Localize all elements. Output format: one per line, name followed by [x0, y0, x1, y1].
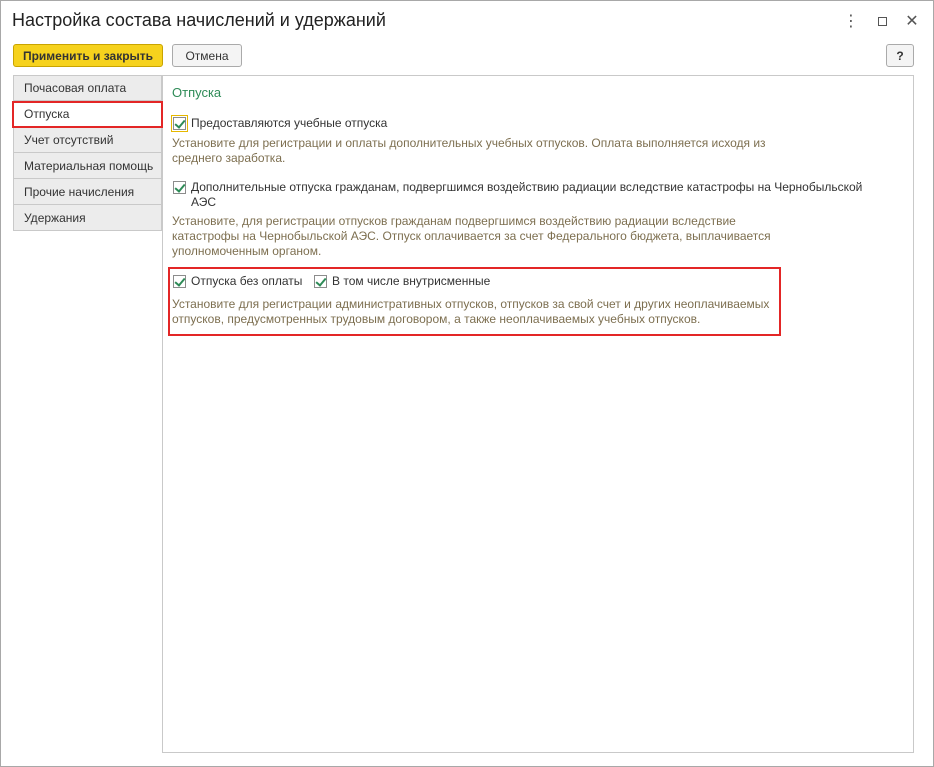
hint-line: среднего заработка.	[172, 151, 286, 165]
section-title: Отпуска	[172, 85, 222, 100]
intra-shift-checkbox[interactable]	[314, 275, 327, 288]
hint-line: катастрофы на Чернобыльской АЭС. Отпуск …	[172, 229, 771, 243]
study-leave-label: Предоставляются учебные отпуска	[191, 116, 388, 130]
study-leave-hint: Установите для регистрации и оплаты допо…	[172, 136, 766, 166]
hint-line: Установите для регистрации административ…	[172, 297, 770, 311]
sidebar-item-other-accruals[interactable]: Прочие начисления	[13, 179, 162, 205]
chernobyl-leave-checkbox[interactable]	[173, 181, 186, 194]
hint-line: Установите, для регистрации отпусков гра…	[172, 214, 736, 228]
window-title: Настройка состава начислений и удержаний	[12, 10, 386, 30]
unpaid-leave-option[interactable]: Отпуска без оплаты	[173, 274, 302, 289]
intra-shift-option[interactable]: В том числе внутрисменные	[314, 274, 490, 289]
content-panel	[162, 75, 914, 753]
sidebar-item-deductions[interactable]: Удержания	[13, 205, 162, 231]
unpaid-leave-label: Отпуска без оплаты	[191, 274, 303, 288]
sidebar-nav: Почасовая оплата Отпуска Учет отсутствий…	[13, 75, 162, 231]
cancel-button[interactable]: Отмена	[172, 44, 242, 67]
study-leave-checkbox[interactable]	[171, 115, 188, 132]
apply-and-close-button[interactable]: Применить и закрыть	[13, 44, 163, 67]
chernobyl-leave-label: Дополнительные отпуска гражданам, подвер…	[191, 180, 862, 210]
more-menu-icon[interactable]: ⋮	[840, 10, 862, 32]
sidebar-item-vacations[interactable]: Отпуска	[13, 101, 162, 127]
close-icon[interactable]: ✕	[901, 10, 923, 32]
unpaid-leave-checkbox[interactable]	[173, 275, 186, 288]
chernobyl-leave-hint: Установите, для регистрации отпусков гра…	[172, 214, 771, 259]
study-leave-option[interactable]: Предоставляются учебные отпуска	[171, 115, 388, 132]
unpaid-leave-hint: Установите для регистрации административ…	[172, 297, 769, 327]
maximize-icon[interactable]	[871, 10, 893, 32]
help-button[interactable]: ?	[886, 44, 914, 67]
hint-line: уполномоченным органом.	[172, 244, 322, 258]
sidebar-item-financial-aid[interactable]: Материальная помощь	[13, 153, 162, 179]
intra-shift-label: В том числе внутрисменные	[332, 274, 491, 288]
hint-line: Установите для регистрации и оплаты допо…	[172, 136, 766, 150]
chernobyl-leave-option[interactable]: Дополнительные отпуска гражданам, подвер…	[173, 180, 862, 210]
label-line: Дополнительные отпуска гражданам, подвер…	[191, 180, 863, 194]
sidebar-item-absence-tracking[interactable]: Учет отсутствий	[13, 127, 162, 153]
hint-line: отпусков, предусмотренных трудовым догов…	[172, 312, 701, 326]
label-line: АЭС	[191, 195, 217, 209]
sidebar-item-hourly-pay[interactable]: Почасовая оплата	[13, 75, 162, 101]
